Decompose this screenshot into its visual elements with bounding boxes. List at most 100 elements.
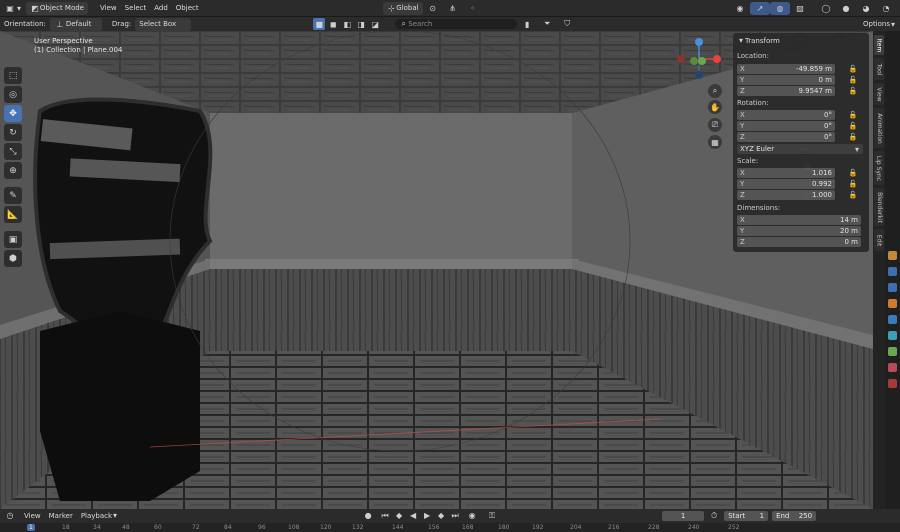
select-mode-buttons[interactable]: ■ ◼ ◧ ◨ ◪: [309, 18, 385, 31]
scale-z-field[interactable]: Z 1.000: [737, 190, 835, 200]
xray-icon: ▨: [796, 3, 804, 13]
pivot-button[interactable]: ⊙: [423, 2, 443, 15]
transform-tool-icon[interactable]: ⊕: [4, 162, 22, 179]
tab-edit[interactable]: Edit: [874, 229, 884, 251]
timeline-menu-view[interactable]: View: [20, 509, 45, 522]
next-keyframe-button[interactable]: ◆: [434, 509, 448, 522]
drag-dropdown[interactable]: Select Box: [135, 17, 192, 31]
tab-tool[interactable]: Tool: [874, 58, 884, 80]
record-button[interactable]: ●: [358, 509, 378, 522]
lock-icon[interactable]: 🔓: [849, 111, 858, 119]
transform-section-header[interactable]: ▾ Transform: [737, 35, 780, 46]
lock-icon[interactable]: 🔓: [849, 122, 858, 130]
data-properties-icon[interactable]: [888, 363, 897, 372]
annotate-tool-icon[interactable]: ✎: [4, 187, 22, 204]
proportional-edit-button[interactable]: ◦: [463, 2, 483, 15]
dimensions-z-field[interactable]: Z0 m: [737, 237, 861, 247]
rotation-x-field[interactable]: X 0°: [737, 110, 835, 120]
menu-view[interactable]: View: [96, 2, 121, 15]
timeline-menu-playback[interactable]: Playback ▾: [77, 509, 122, 522]
play-reverse-button[interactable]: ◀: [406, 509, 420, 522]
menu-add[interactable]: Add: [150, 2, 172, 15]
bookmark-button[interactable]: ▮: [517, 18, 537, 31]
scale-y-field[interactable]: Y 0.992: [737, 179, 835, 189]
scale-x-field[interactable]: X 1.016: [737, 168, 835, 178]
lock-icon[interactable]: 🔓: [849, 169, 858, 177]
lock-icon[interactable]: 🔓: [849, 133, 858, 141]
play-icon: ▶: [423, 511, 431, 520]
tab-lip-sync[interactable]: Lip Sync: [874, 151, 884, 185]
location-y-field[interactable]: Y0 m: [737, 75, 835, 85]
dimensions-y-field[interactable]: Y 20 m: [737, 226, 861, 236]
lock-icon[interactable]: 🔓: [849, 65, 858, 73]
output-properties-icon[interactable]: [888, 283, 897, 292]
timeline-menu-marker[interactable]: Marker: [45, 509, 77, 522]
play-button[interactable]: ▶: [420, 509, 434, 522]
rotation-z-field[interactable]: Z 0°: [737, 132, 835, 142]
zoom-icon[interactable]: ⌕: [708, 84, 722, 98]
orientation-dropdown[interactable]: ⊥ Default: [49, 17, 102, 31]
navigation-gizmo[interactable]: [672, 37, 724, 85]
start-frame-field[interactable]: Start 1: [724, 510, 769, 521]
lock-icon[interactable]: 🔓: [849, 180, 858, 188]
shield-button[interactable]: ⛉: [557, 18, 577, 31]
overlay-button[interactable]: ◍: [770, 1, 790, 15]
constraint-properties-icon[interactable]: [888, 347, 897, 356]
jump-end-button[interactable]: ⏭: [448, 509, 462, 522]
tab-view[interactable]: View: [874, 83, 884, 105]
jump-start-button[interactable]: ⏮: [378, 509, 392, 522]
menu-select[interactable]: Select: [121, 2, 151, 15]
tab-item[interactable]: Item: [874, 35, 884, 55]
object-properties-icon[interactable]: [888, 299, 897, 308]
rotation-y-field[interactable]: Y 0°: [737, 121, 835, 131]
end-frame-field[interactable]: End 250: [772, 510, 817, 521]
lock-icon[interactable]: 🔓: [849, 87, 858, 95]
move-tool-icon[interactable]: ✥: [4, 105, 22, 122]
physics-properties-icon[interactable]: [888, 331, 897, 340]
camera-view-icon[interactable]: ⎚: [708, 118, 722, 132]
extra-tool-icon[interactable]: ⬢: [4, 250, 22, 267]
timeline-ruler[interactable]: 1 18 34 48 60 72 84 96 108 120 132 144 1…: [0, 523, 900, 532]
ortho-grid-icon[interactable]: ▦: [708, 135, 722, 149]
transform-orientation-dropdown[interactable]: ⊹ Global: [382, 1, 423, 15]
options-button[interactable]: Options ▾: [859, 18, 900, 31]
rotate-tool-icon[interactable]: ↻: [4, 124, 22, 141]
rotation-mode-dropdown[interactable]: XYZ Euler ▾: [737, 144, 863, 154]
auto-key-button[interactable]: ◉: [462, 509, 482, 522]
tab-blenderkit[interactable]: Blenderkit: [874, 188, 884, 226]
filter-button[interactable]: ⏷: [537, 18, 557, 31]
shading-wireframe[interactable]: ◯: [816, 2, 836, 15]
snap-button[interactable]: ⋔: [443, 2, 463, 15]
pan-hand-icon[interactable]: ✋: [708, 100, 722, 114]
mode-dropdown[interactable]: ◩ Object Mode: [26, 1, 88, 15]
visibility-button[interactable]: ◉: [730, 2, 750, 15]
prev-keyframe-button[interactable]: ◆: [392, 509, 406, 522]
texture-properties-icon[interactable]: [888, 379, 897, 388]
tool-properties-icon[interactable]: [888, 251, 897, 260]
dimensions-x-field[interactable]: X 14 m: [737, 215, 861, 225]
lock-icon[interactable]: 🔓: [849, 191, 858, 199]
tab-animation[interactable]: Animation: [874, 108, 884, 148]
editor-type-button[interactable]: ▣ ▾: [0, 2, 26, 15]
scale-tool-icon[interactable]: ⤡: [4, 143, 22, 160]
outliner-search-field[interactable]: ⌕ Search: [395, 19, 518, 29]
add-cube-tool-icon[interactable]: ▣: [4, 231, 22, 248]
gizmo-button[interactable]: ↗: [750, 1, 770, 15]
location-x-field[interactable]: X -49.859 m: [737, 64, 835, 74]
shading-solid[interactable]: ●: [836, 2, 856, 15]
xray-button[interactable]: ▨: [790, 2, 810, 15]
timeline-editor-type[interactable]: ◷: [0, 509, 20, 522]
select-tool-icon[interactable]: ⬚: [4, 67, 22, 84]
keying-button[interactable]: ⚿: [482, 509, 502, 522]
current-frame-field[interactable]: 1: [662, 510, 705, 521]
clock-toggle[interactable]: ⏱: [704, 509, 724, 522]
shading-material[interactable]: ◕: [856, 2, 876, 15]
cursor-tool-icon[interactable]: ◎: [4, 86, 22, 103]
shading-rendered[interactable]: ◔: [876, 2, 896, 15]
measure-tool-icon[interactable]: 📐: [4, 206, 22, 223]
lock-icon[interactable]: 🔓: [849, 76, 858, 84]
render-properties-icon[interactable]: [888, 267, 897, 276]
menu-object[interactable]: Object: [172, 2, 203, 15]
location-z-field[interactable]: Z 9.9547 m: [737, 86, 835, 96]
modifier-properties-icon[interactable]: [888, 315, 897, 324]
